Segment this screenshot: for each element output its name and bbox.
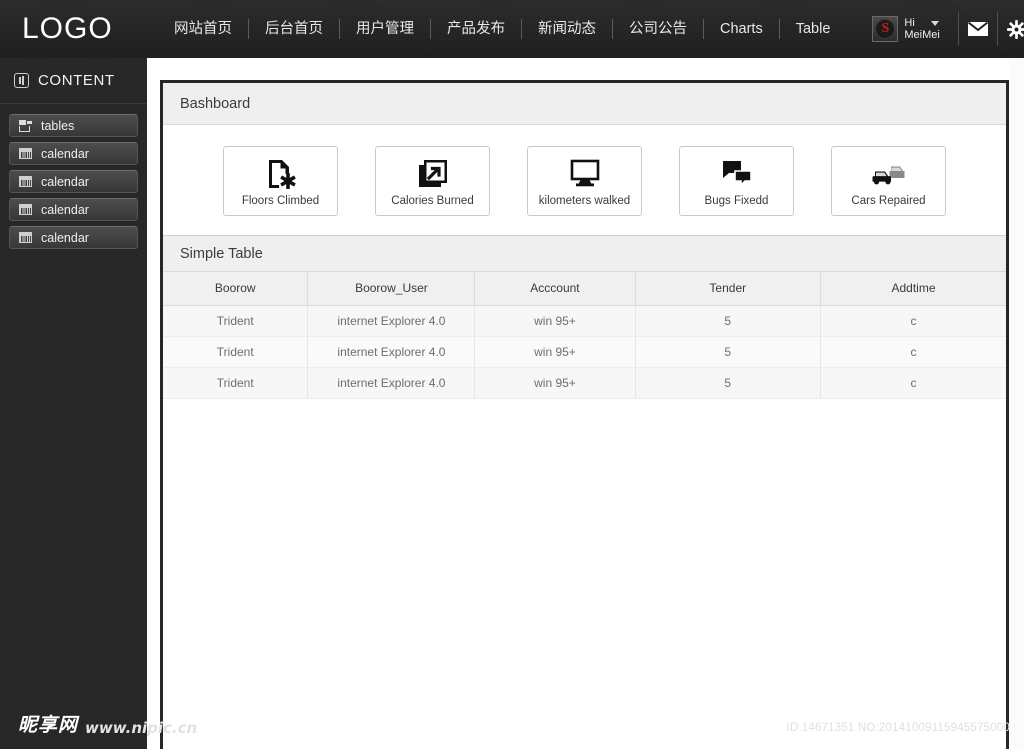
- sidebar-title-row: CONTENT: [0, 58, 147, 104]
- sidebar-item-calendar-2[interactable]: calendar: [9, 170, 138, 193]
- metric-tile-floors-climbed[interactable]: Floors Climbed: [223, 146, 338, 216]
- metric-tile-kilometers-walked[interactable]: kilometers walked: [527, 146, 642, 216]
- table-row[interactable]: Trident internet Explorer 4.0 win 95+ 5 …: [163, 336, 1006, 368]
- metric-label: Bugs Fixedd: [704, 194, 769, 207]
- avatar[interactable]: S: [872, 16, 899, 42]
- cell-addtime: c: [820, 367, 1006, 399]
- metric-tile-calories-burned[interactable]: Calories Burned: [375, 146, 490, 216]
- cell-boorow: Trident: [163, 367, 309, 399]
- cell-boorow: Trident: [163, 336, 309, 368]
- cell-tender: 5: [635, 336, 822, 368]
- cars-icon: [870, 156, 908, 192]
- main-nav: 网站首页 后台首页 用户管理 产品发布 新闻动态 公司公告 Charts Tab…: [158, 14, 846, 44]
- cell-addtime: c: [820, 305, 1006, 337]
- cell-boorow-user: internet Explorer 4.0: [307, 367, 476, 399]
- user-greeting: Hi: [904, 17, 915, 29]
- nav-item-6[interactable]: Charts: [704, 14, 779, 44]
- calendar-icon: [19, 176, 32, 187]
- column-header-boorow-user[interactable]: Boorow_User: [307, 272, 476, 306]
- mail-icon[interactable]: [959, 12, 997, 46]
- sidebar-item-label: calendar: [41, 202, 89, 217]
- arrow-up-right-box-icon: [416, 156, 450, 192]
- page-right-margin: [1009, 58, 1024, 749]
- sidebar-item-label: calendar: [41, 146, 89, 161]
- table-body: Trident internet Explorer 4.0 win 95+ 5 …: [163, 305, 1006, 399]
- simple-table: Boorow Boorow_User Acccount Tender Addti…: [163, 272, 1006, 399]
- cell-acccount: win 95+: [474, 305, 636, 337]
- metric-label: Cars Repaired: [851, 194, 926, 207]
- monitor-icon: [568, 156, 602, 192]
- sidebar-item-calendar-4[interactable]: calendar: [9, 226, 138, 249]
- calendar-icon: [19, 232, 32, 243]
- cell-boorow-user: internet Explorer 4.0: [307, 305, 476, 337]
- table-panel-title: Simple Table: [180, 245, 263, 262]
- app-root: LOGO 网站首页 后台首页 用户管理 产品发布 新闻动态 公司公告 Chart…: [0, 0, 1024, 749]
- column-header-addtime[interactable]: Addtime: [820, 272, 1006, 306]
- nav-item-1[interactable]: 后台首页: [249, 14, 339, 44]
- sidebar: CONTENT tables calendar calendar calenda…: [0, 58, 147, 749]
- cell-tender: 5: [635, 367, 822, 399]
- user-menu[interactable]: S Hi MeiMei: [872, 16, 940, 42]
- avatar-disc: S: [875, 19, 896, 39]
- metric-label: Calories Burned: [391, 194, 474, 207]
- cell-acccount: win 95+: [474, 367, 636, 399]
- sidebar-item-label: calendar: [41, 174, 89, 189]
- table-header-row: Boorow Boorow_User Acccount Tender Addti…: [163, 272, 1006, 306]
- column-header-boorow[interactable]: Boorow: [163, 272, 309, 306]
- metric-label: kilometers walked: [538, 194, 631, 207]
- sidebar-item-calendar-1[interactable]: calendar: [9, 142, 138, 165]
- calendar-icon: [19, 148, 32, 159]
- nav-item-0[interactable]: 网站首页: [158, 14, 248, 44]
- table-row[interactable]: Trident internet Explorer 4.0 win 95+ 5 …: [163, 305, 1006, 337]
- nav-item-3[interactable]: 产品发布: [431, 14, 521, 44]
- sidebar-item-label: tables: [41, 118, 75, 133]
- header-icons: [957, 12, 1024, 46]
- sidebar-title: CONTENT: [38, 72, 115, 89]
- cell-boorow: Trident: [163, 305, 309, 337]
- sidebar-item-tables[interactable]: tables: [9, 114, 138, 137]
- sidebar-item-label: calendar: [41, 230, 89, 245]
- dashboard-title: Bashboard: [180, 95, 251, 112]
- site-logo[interactable]: LOGO: [22, 12, 142, 46]
- document-star-icon: [264, 156, 298, 192]
- chevron-down-icon[interactable]: [930, 20, 939, 26]
- user-name: MeiMei: [904, 29, 940, 41]
- top-header: LOGO 网站首页 后台首页 用户管理 产品发布 新闻动态 公司公告 Chart…: [0, 0, 1024, 58]
- metric-tiles: Floors Climbed Calories Burned kilometer…: [163, 125, 1006, 235]
- user-greeting-block: Hi MeiMei: [904, 17, 939, 41]
- nav-item-5[interactable]: 公司公告: [613, 14, 703, 44]
- cell-addtime: c: [820, 336, 1006, 368]
- column-header-acccount[interactable]: Acccount: [474, 272, 636, 306]
- nav-item-2[interactable]: 用户管理: [340, 14, 430, 44]
- table-panel-header: Simple Table: [163, 235, 1006, 272]
- gear-icon[interactable]: [998, 12, 1024, 46]
- table-row[interactable]: Trident internet Explorer 4.0 win 95+ 5 …: [163, 367, 1006, 399]
- cell-tender: 5: [635, 305, 822, 337]
- tables-icon: [19, 119, 32, 132]
- table-header: Boorow Boorow_User Acccount Tender Addti…: [163, 272, 1006, 306]
- nav-item-4[interactable]: 新闻动态: [522, 14, 612, 44]
- dashboard-header: Bashboard: [163, 83, 1006, 125]
- metric-tile-bugs-fixed[interactable]: Bugs Fixedd: [679, 146, 794, 216]
- calendar-icon: [19, 204, 32, 215]
- cell-acccount: win 95+: [474, 336, 636, 368]
- main-panel: Bashboard Floors Climbed Calories Burned…: [160, 80, 1009, 749]
- sidebar-menu: tables calendar calendar calendar calend…: [0, 104, 147, 249]
- metric-tile-cars-repaired[interactable]: Cars Repaired: [831, 146, 946, 216]
- sidebar-item-calendar-3[interactable]: calendar: [9, 198, 138, 221]
- dashboard-icon: [14, 73, 29, 88]
- nav-item-7[interactable]: Table: [780, 14, 847, 44]
- metric-label: Floors Climbed: [241, 194, 320, 207]
- column-header-tender[interactable]: Tender: [635, 272, 822, 306]
- speech-bubbles-icon: [720, 156, 754, 192]
- avatar-letter: S: [881, 21, 890, 36]
- cell-boorow-user: internet Explorer 4.0: [307, 336, 476, 368]
